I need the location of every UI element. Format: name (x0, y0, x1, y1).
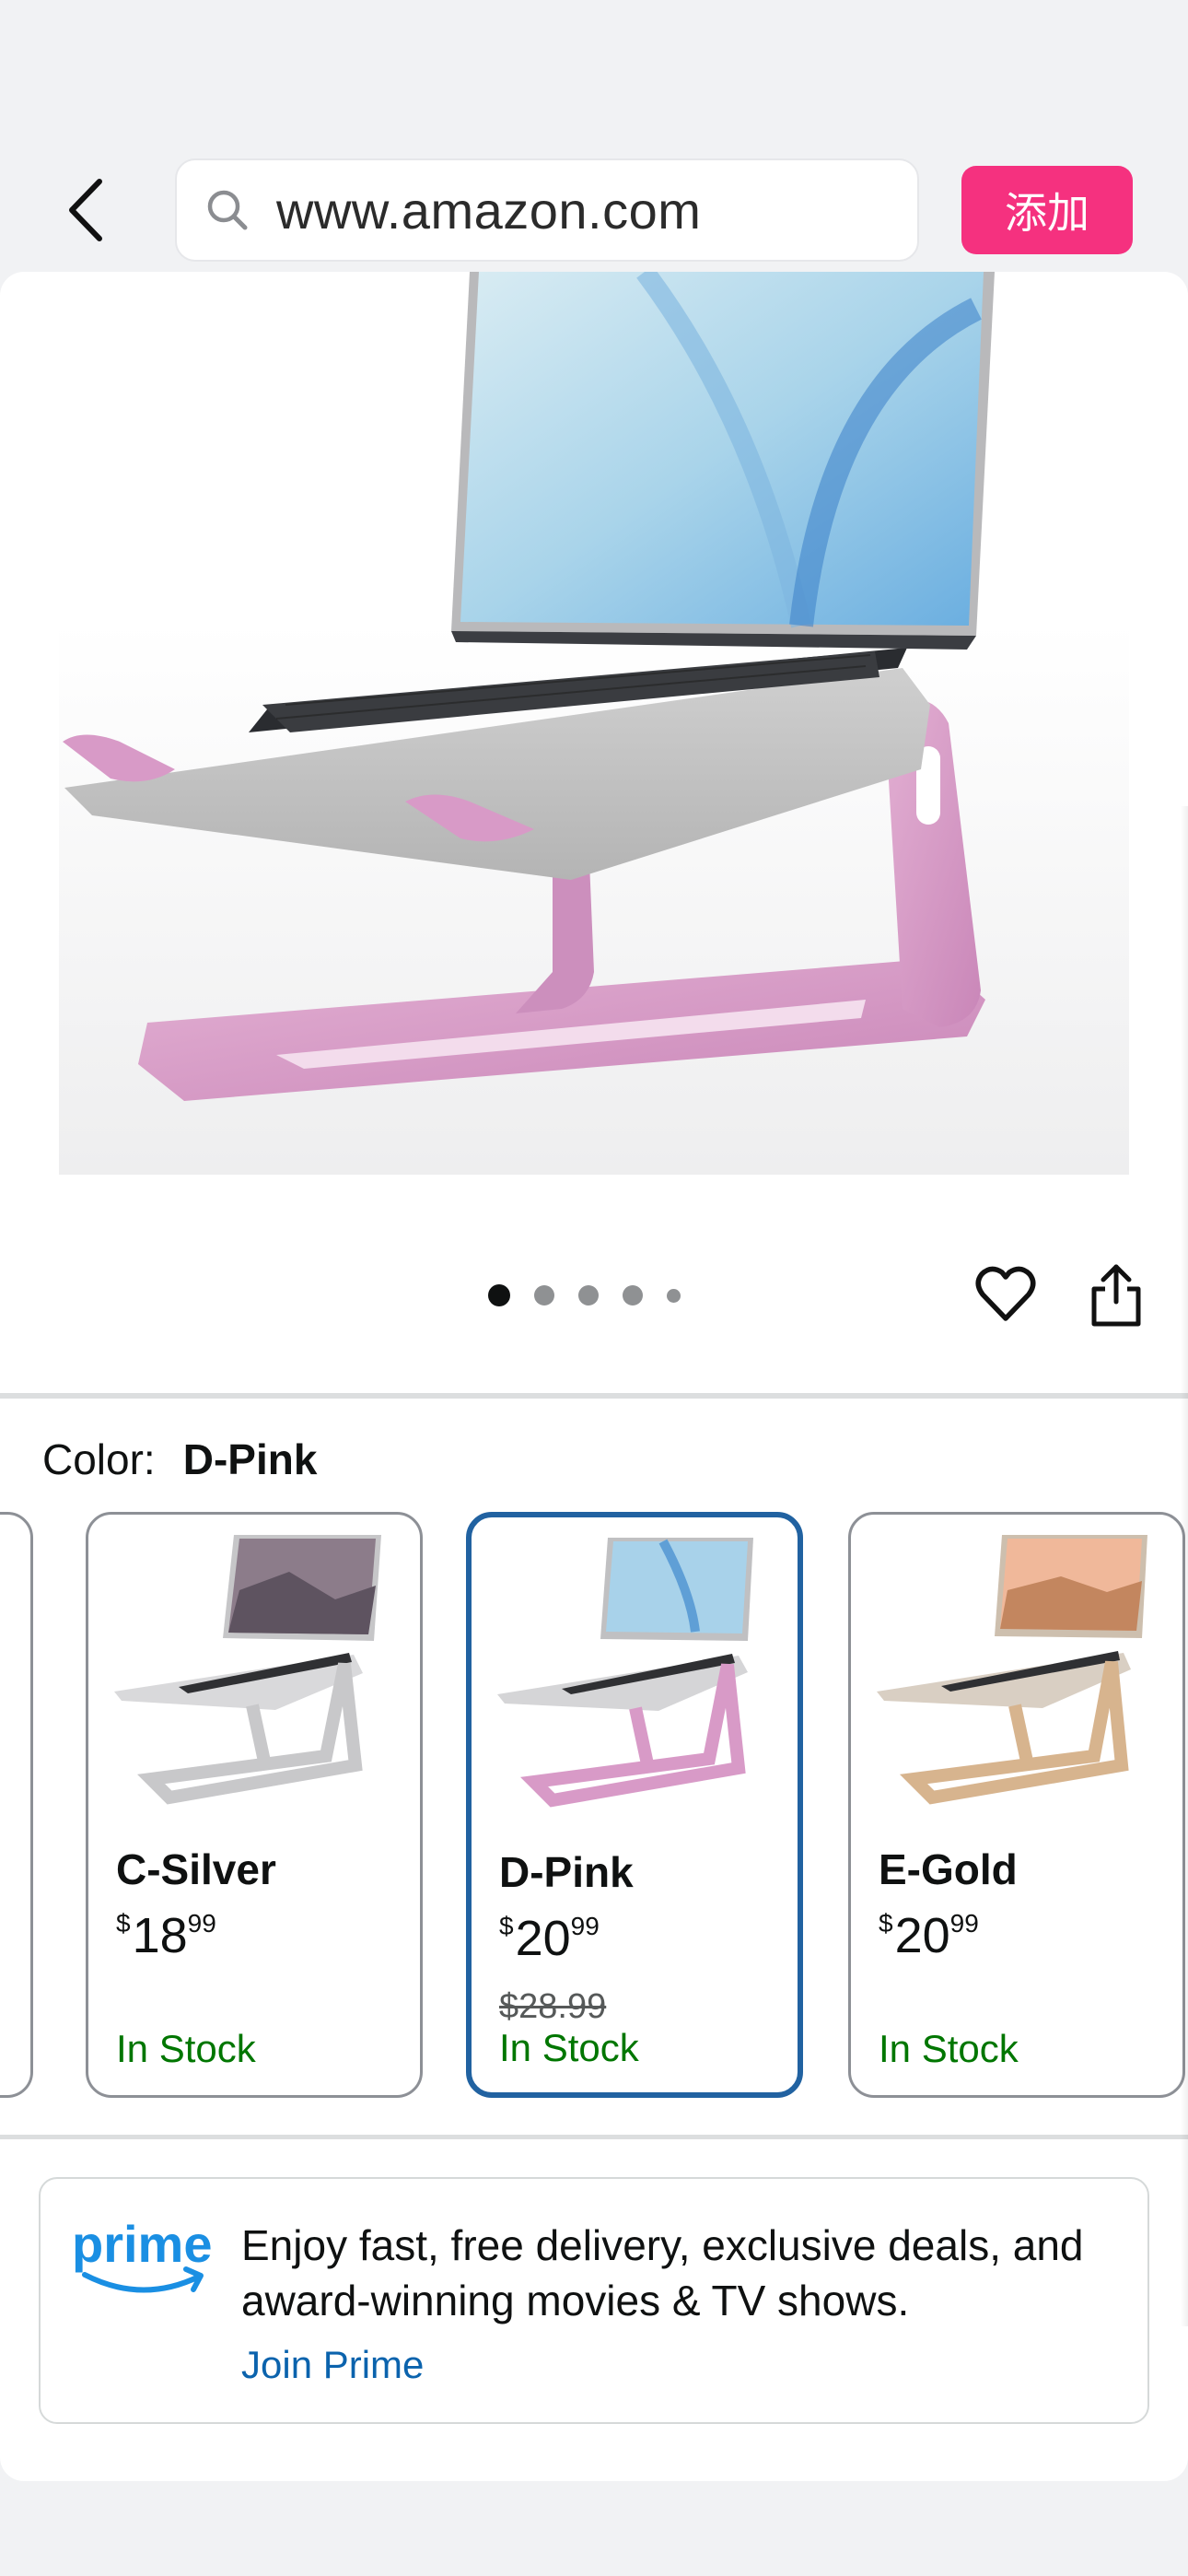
swatch-thumbnail-pink (497, 1538, 753, 1808)
heart-icon[interactable] (974, 1263, 1037, 1326)
prime-message: Enjoy fast, free delivery, exclusive dea… (241, 2221, 1084, 2324)
selected-color-value: D-Pink (182, 1435, 318, 1483)
color-selection-label: Color: D-Pink (42, 1434, 317, 1484)
svg-text:prime: prime (72, 2216, 213, 2273)
carousel-dot[interactable] (488, 1284, 510, 1306)
color-swatch-c-silver[interactable]: C-Silver $1899 In Stock (86, 1512, 423, 2098)
back-chevron-icon (69, 179, 102, 241)
url-bar[interactable]: www.amazon.com (175, 158, 919, 262)
section-divider (0, 2135, 1188, 2139)
scroll-shadow (1181, 806, 1188, 2326)
image-carousel-indicator (488, 1282, 681, 1309)
swatch-thumbnail-silver (114, 1535, 381, 1805)
swatch-name: E-Gold (879, 1845, 1018, 1893)
swatch-price: $1899 (116, 1908, 216, 1963)
browser-top-bar: www.amazon.com 添加 (0, 0, 1188, 272)
swatch-price: $2099 (499, 1911, 600, 1966)
swatch-name: D-Pink (499, 1848, 634, 1896)
product-card: Color:D-Pink C-Silver $1899 In Stock D- (0, 272, 1188, 2481)
swatch-thumbnail-gold (877, 1535, 1147, 1805)
product-hero-image[interactable] (0, 272, 1188, 1285)
swatch-stock-status: In Stock (879, 2027, 1019, 2070)
carousel-dot[interactable] (578, 1285, 599, 1306)
prime-smile-logo: prime (72, 2216, 213, 2293)
section-divider (0, 1393, 1188, 1399)
back-button[interactable] (48, 164, 122, 256)
search-icon (207, 190, 248, 230)
carousel-dot[interactable] (623, 1285, 643, 1306)
carousel-dot[interactable] (534, 1285, 554, 1306)
url-text: www.amazon.com (276, 181, 702, 240)
prime-promo-box[interactable]: prime Enjoy fast, free delivery, exclusi… (39, 2177, 1149, 2424)
swatch-name: C-Silver (116, 1845, 276, 1893)
color-swatch-e-gold[interactable]: E-Gold $2099 In Stock (848, 1512, 1185, 2098)
color-swatch-previous[interactable] (0, 1512, 33, 2098)
share-icon[interactable] (1087, 1261, 1146, 1328)
swatch-stock-status: In Stock (116, 2027, 256, 2070)
swatch-list-price: $28.99 (499, 1987, 607, 2026)
swatch-price: $2099 (879, 1908, 979, 1963)
color-swatch-d-pink[interactable]: D-Pink $2099 $28.99 In Stock (466, 1512, 803, 2098)
add-button[interactable]: 添加 (961, 166, 1133, 254)
join-prime-link[interactable]: Join Prime (241, 2343, 424, 2387)
carousel-dot[interactable] (667, 1288, 681, 1303)
color-label: Color: (42, 1435, 156, 1483)
swatch-stock-status: In Stock (499, 2026, 639, 2069)
